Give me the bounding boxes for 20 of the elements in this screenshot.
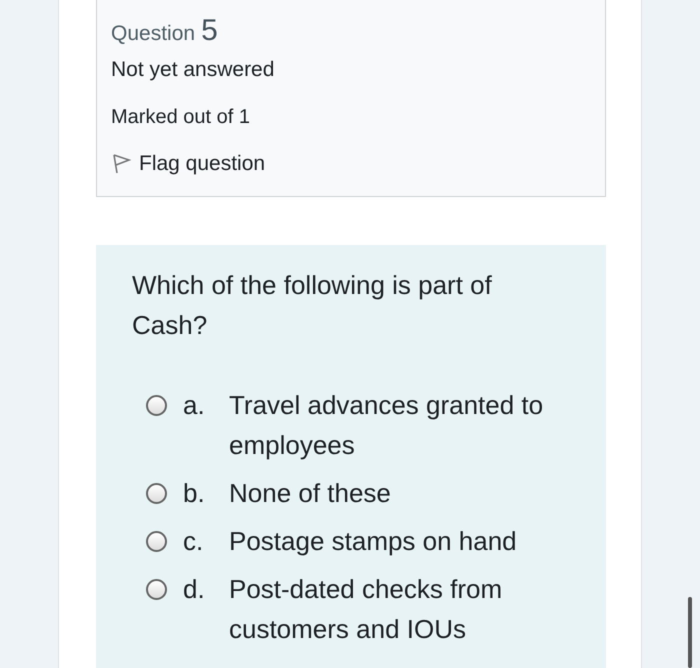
- radio-button[interactable]: [146, 531, 167, 552]
- option-letter: b.: [183, 477, 206, 510]
- marks-text: Marked out of 1: [111, 104, 251, 130]
- radio-button[interactable]: [146, 483, 167, 504]
- option-letter: a.: [183, 389, 206, 422]
- option-text[interactable]: Post-dated checks from customers and IOUs: [229, 569, 574, 649]
- radio-button[interactable]: [146, 579, 167, 600]
- option-letter: c.: [183, 525, 204, 558]
- option-text[interactable]: Postage stamps on hand: [229, 521, 574, 561]
- question-label: Question: [111, 21, 196, 47]
- option-text[interactable]: None of these: [229, 473, 574, 513]
- radio-button[interactable]: [146, 395, 167, 416]
- status-text: Not yet answered: [111, 56, 276, 83]
- option-letter: d.: [183, 573, 206, 606]
- question-text: Which of the following is part of Cash?: [132, 269, 493, 342]
- question-number: 5: [201, 13, 218, 49]
- scrollbar[interactable]: [688, 597, 692, 668]
- flag-icon: [111, 152, 131, 174]
- option-text[interactable]: Travel advances granted to employees: [229, 385, 574, 465]
- flag-question-link[interactable]: Flag question: [111, 140, 266, 187]
